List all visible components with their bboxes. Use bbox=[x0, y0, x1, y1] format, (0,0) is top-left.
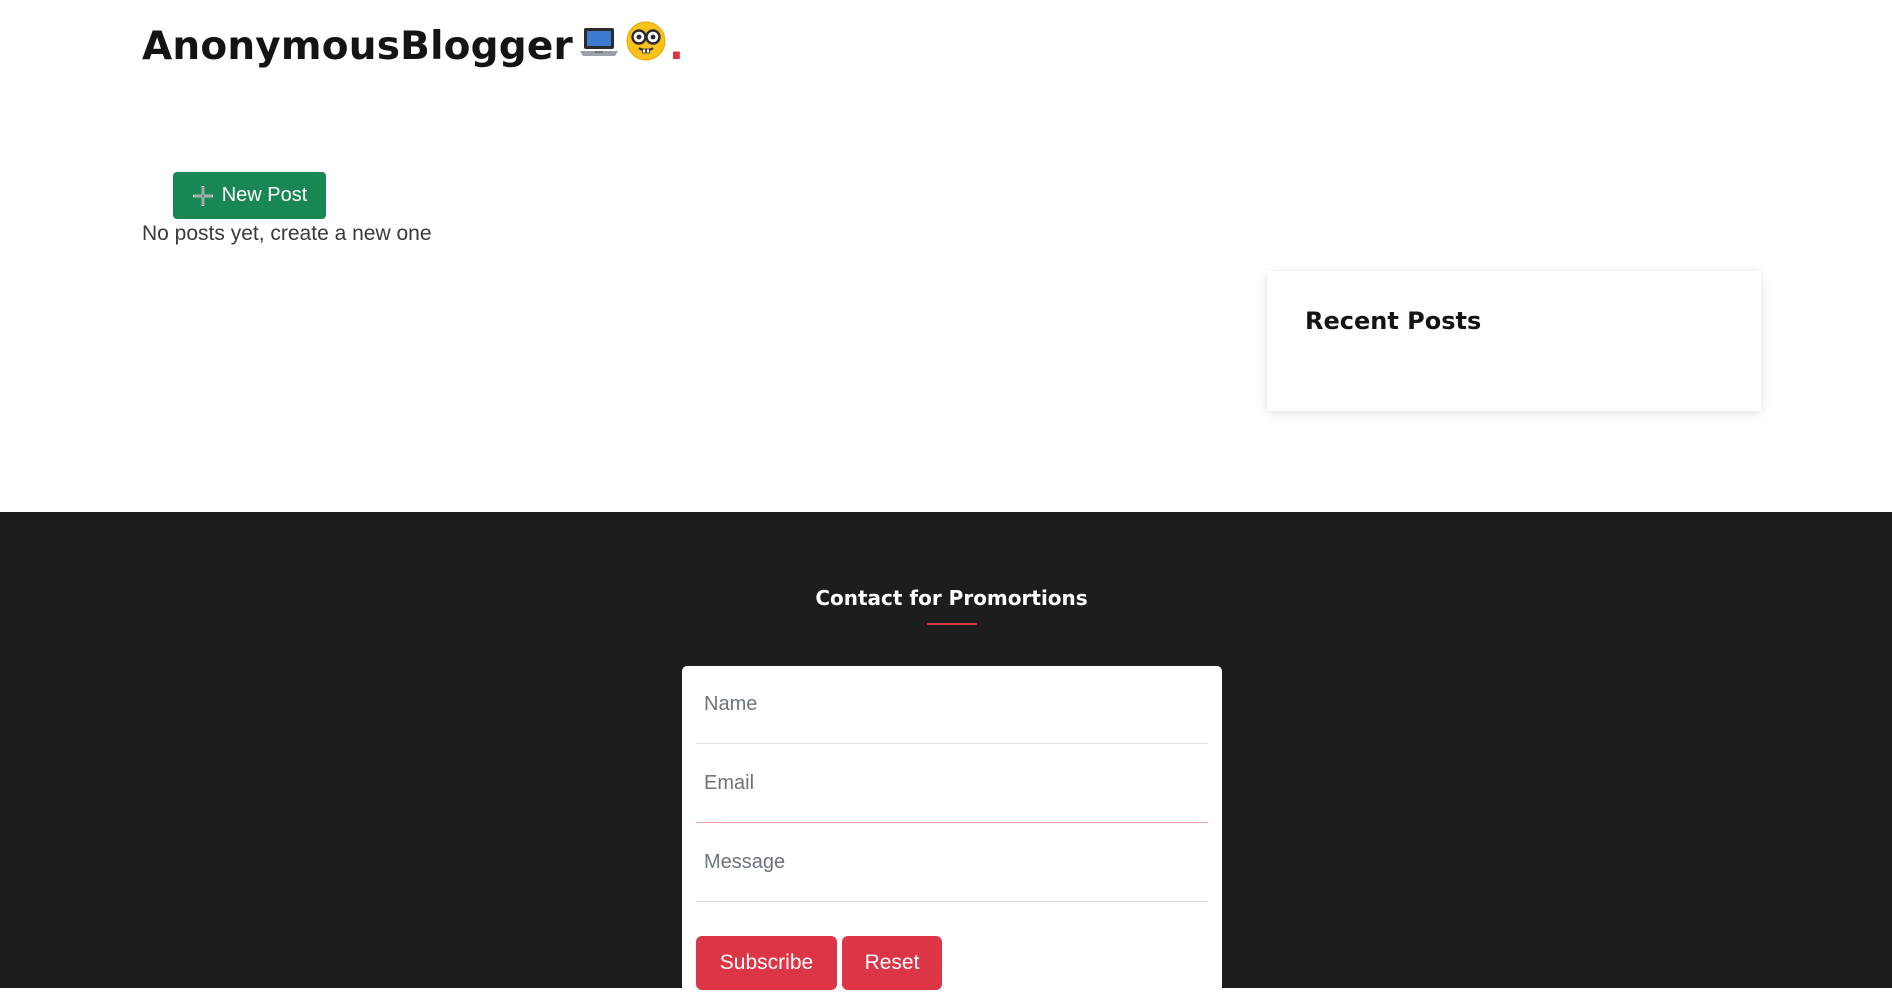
subscribe-button[interactable]: Subscribe bbox=[696, 936, 837, 990]
brand-dot: . bbox=[668, 23, 684, 69]
empty-posts-message: No posts yet, create a new one bbox=[142, 222, 432, 245]
reset-button[interactable]: Reset bbox=[842, 936, 942, 990]
site-brand[interactable]: AnonymousBlogger . bbox=[142, 16, 684, 76]
footer: Contact for Promortions Subscribe Reset bbox=[0, 512, 1892, 1000]
recent-posts-card: Recent Posts bbox=[1267, 271, 1761, 411]
new-post-button[interactable]: New Post bbox=[173, 172, 326, 219]
email-field[interactable] bbox=[696, 745, 1208, 823]
brand-name: AnonymousBlogger bbox=[142, 23, 573, 69]
laptop-icon bbox=[579, 24, 619, 69]
name-field[interactable] bbox=[696, 666, 1208, 744]
contact-form: Subscribe Reset bbox=[682, 666, 1222, 1000]
plus-icon bbox=[192, 185, 214, 207]
new-post-label: New Post bbox=[221, 184, 308, 206]
message-field[interactable] bbox=[696, 824, 1208, 902]
title-underline bbox=[927, 623, 977, 625]
recent-posts-title: Recent Posts bbox=[1305, 307, 1482, 335]
contact-title: Contact for Promortions bbox=[815, 586, 1088, 610]
nerd-face-icon bbox=[625, 20, 667, 72]
